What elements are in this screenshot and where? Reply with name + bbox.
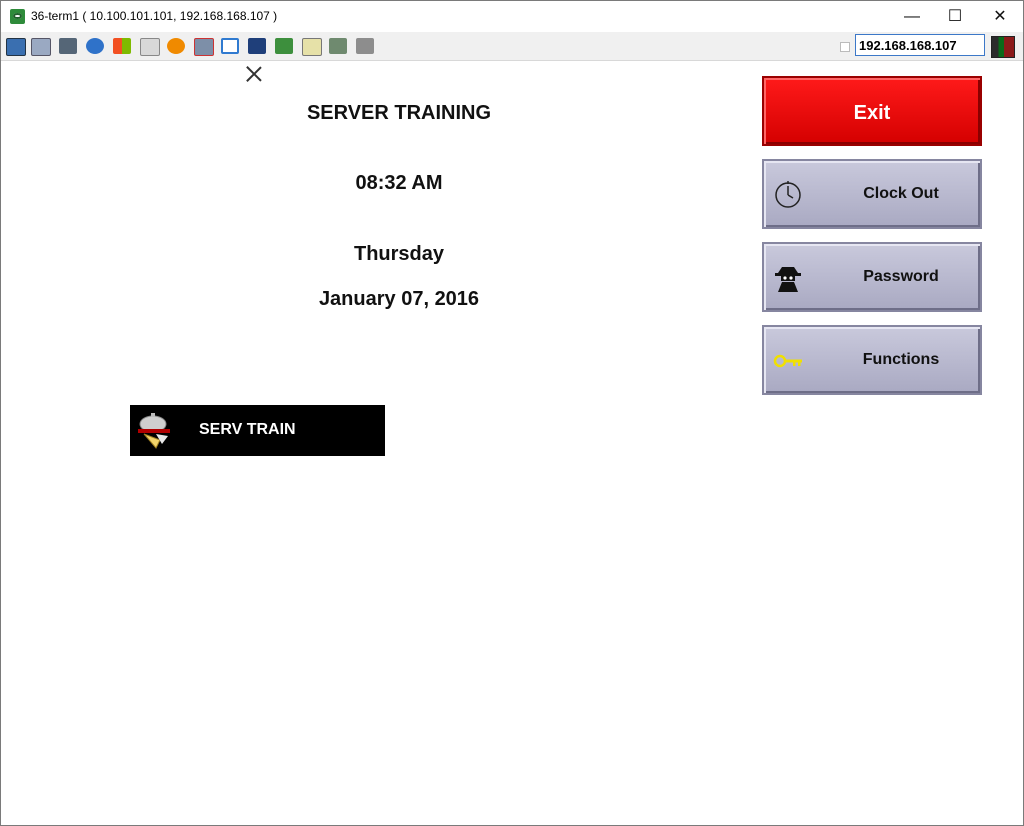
- display-icon[interactable]: [248, 38, 266, 54]
- spy-icon: [775, 267, 801, 292]
- frame-icon[interactable]: [329, 38, 347, 54]
- clock-out-label: Clock Out: [863, 185, 939, 202]
- network-icon[interactable]: [194, 38, 214, 56]
- status-indicator-icon[interactable]: [991, 36, 1015, 58]
- maximize-button[interactable]: ☐: [932, 1, 978, 32]
- chat-icon[interactable]: [356, 38, 374, 54]
- server-button-label: SERV TRAIN: [199, 421, 296, 438]
- current-date: January 07, 2016: [318, 288, 480, 310]
- keyboard-icon[interactable]: [140, 38, 160, 56]
- app-eye-icon: [10, 9, 25, 24]
- windows-icon[interactable]: [31, 38, 51, 56]
- ip-checkbox[interactable]: [840, 42, 850, 52]
- page-title: SERVER TRAINING: [306, 102, 492, 124]
- tools-icon[interactable]: [59, 38, 77, 54]
- alert-icon[interactable]: [167, 38, 185, 54]
- window-title: 36-term1 ( 10.100.101.101, 192.168.168.1…: [31, 9, 278, 23]
- current-time: 08:32 AM: [355, 172, 443, 194]
- note-icon[interactable]: [302, 38, 322, 56]
- clock-out-button[interactable]: Clock Out: [762, 159, 982, 229]
- clock-icon: [775, 181, 801, 208]
- password-button[interactable]: Password: [762, 242, 982, 312]
- close-icon[interactable]: [244, 64, 264, 84]
- current-day: Thursday: [353, 243, 445, 265]
- terminal-window: 36-term1 ( 10.100.101.101, 192.168.168.1…: [0, 0, 1024, 826]
- exit-button[interactable]: Exit: [762, 76, 982, 146]
- monitor-icon[interactable]: [6, 38, 26, 56]
- waiter-tray-icon: [138, 413, 170, 449]
- key-icon: [773, 354, 802, 368]
- ip-address-field[interactable]: 192.168.168.107: [855, 34, 985, 56]
- functions-label: Functions: [862, 351, 940, 368]
- download-icon[interactable]: [275, 38, 293, 54]
- password-label: Password: [863, 268, 939, 285]
- functions-button[interactable]: Functions: [762, 325, 982, 395]
- fullscreen-icon[interactable]: [221, 38, 239, 54]
- minimize-button[interactable]: —: [889, 1, 935, 32]
- close-window-button[interactable]: ✕: [977, 1, 1023, 32]
- server-select-button[interactable]: SERV TRAIN: [130, 405, 385, 456]
- refresh-icon[interactable]: [86, 38, 104, 54]
- exit-button-label: Exit: [853, 102, 891, 124]
- windows-logo-icon[interactable]: [113, 38, 131, 54]
- title-bar: 36-term1 ( 10.100.101.101, 192.168.168.1…: [1, 1, 1023, 32]
